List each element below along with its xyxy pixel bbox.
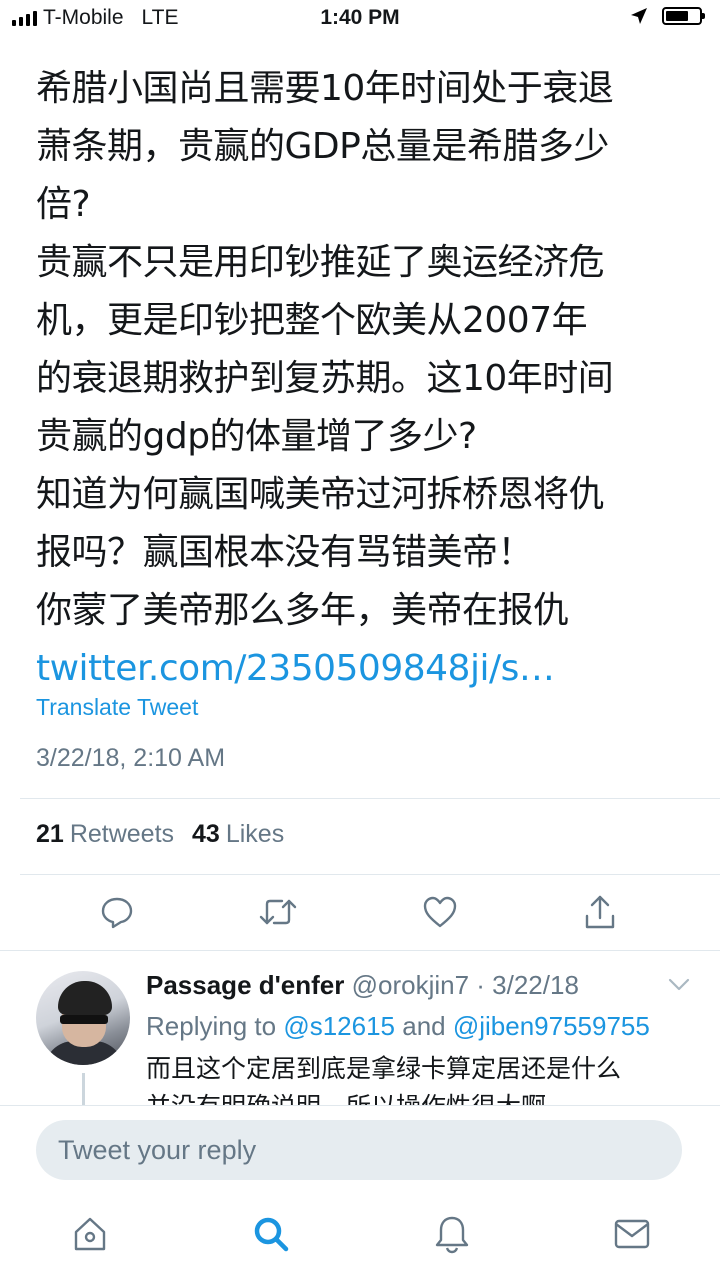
search-icon (254, 1217, 289, 1252)
divider (0, 950, 720, 951)
tweet-line: 知道为何赢国喊美帝过河拆桥恩将仇 (36, 474, 605, 515)
mention-link[interactable]: @s12615 (283, 1011, 395, 1041)
reply-line: 而且这个定居到底是拿绿卡算定居还是什么 (146, 1054, 622, 1083)
battery-icon (662, 7, 705, 25)
location-arrow-icon (631, 8, 647, 24)
tweet-line: 的衰退期救护到复苏期。这10年时间 (36, 358, 614, 399)
chevron-down-icon[interactable] (668, 978, 690, 992)
tweet-actions (0, 892, 720, 940)
translate-tweet-link[interactable]: Translate Tweet (36, 694, 198, 721)
reply-line: 并没有明确说明，所以操作性很大啊 (146, 1088, 696, 1106)
tweet-line: 希腊小国尚且需要10年时间处于衰退 (36, 68, 614, 109)
tweet-line: 贵赢不只是用印钞推延了奥运经济危 (36, 242, 605, 283)
and-label: and (395, 1011, 453, 1041)
messages-icon (614, 1219, 650, 1249)
divider (20, 874, 720, 875)
likes-label: Likes (225, 820, 285, 848)
replying-to: Replying to @s12615 and @jiben97559755 (146, 1011, 650, 1042)
tweet-line: 萧条期，贵赢的GDP总量是希腊多少 (36, 126, 609, 167)
tweet-line: 机，更是印钞把整个欧美从2007年 (36, 300, 588, 341)
tab-messages[interactable] (612, 1214, 652, 1254)
tweet-stats: 21 Retweets 43 Likes (36, 820, 288, 849)
retweet-button[interactable] (258, 892, 298, 932)
tweet-link[interactable]: twitter.com/2350509848ji/s… (36, 640, 696, 698)
reply-header: Passage d'enfer @orokjin7 · 3/22/18 (146, 970, 579, 1001)
retweet-icon (259, 899, 297, 925)
reply-author-name[interactable]: Passage d'enfer (146, 970, 344, 1000)
replying-to-label: Replying to (146, 1011, 284, 1041)
status-bar: T-Mobile LTE 1:40 PM (0, 0, 720, 36)
tweet-text: 希腊小国尚且需要10年时间处于衰退 萧条期，贵赢的GDP总量是希腊多少 倍? 贵… (36, 60, 696, 698)
like-button[interactable] (420, 892, 460, 932)
notifications-icon (435, 1216, 469, 1254)
tweet-line: 报吗？赢国根本没有骂错美帝！ (36, 532, 534, 573)
heart-icon (423, 896, 457, 928)
tweet-line: 你蒙了美帝那么多年，美帝在报仇 (36, 590, 569, 631)
mention-link[interactable]: @jiben97559755 (453, 1011, 650, 1041)
tab-notifications[interactable] (432, 1214, 472, 1254)
divider (20, 798, 720, 799)
share-button[interactable] (580, 892, 620, 932)
tweet-line: 贵赢的gdp的体量增了多少? (36, 416, 477, 457)
likes-count: 43 (192, 820, 220, 848)
retweets-count: 21 (36, 820, 64, 848)
likes-stat[interactable]: 43 Likes (192, 820, 284, 849)
clock: 1:40 PM (320, 6, 400, 29)
retweets-stat[interactable]: 21 Retweets (36, 820, 174, 849)
reply-button[interactable] (97, 892, 137, 932)
reply-text: 而且这个定居到底是拿绿卡算定居还是什么 并没有明确说明，所以操作性很大啊 (146, 1050, 696, 1106)
tweet-timestamp: 3/22/18, 2:10 AM (36, 744, 226, 772)
tweet-line: 倍? (36, 184, 91, 225)
share-icon (585, 895, 615, 929)
reply-icon (101, 897, 133, 929)
reply-input[interactable]: Tweet your reply (36, 1120, 682, 1180)
tab-home[interactable] (70, 1214, 110, 1254)
avatar[interactable] (36, 971, 130, 1065)
home-icon (74, 1217, 106, 1251)
reply-handle-date: @orokjin7 · 3/22/18 (344, 970, 579, 1000)
thread-line (82, 1073, 85, 1107)
tab-bar (0, 1198, 720, 1280)
tab-search[interactable] (251, 1214, 291, 1254)
retweets-label: Retweets (69, 820, 175, 848)
